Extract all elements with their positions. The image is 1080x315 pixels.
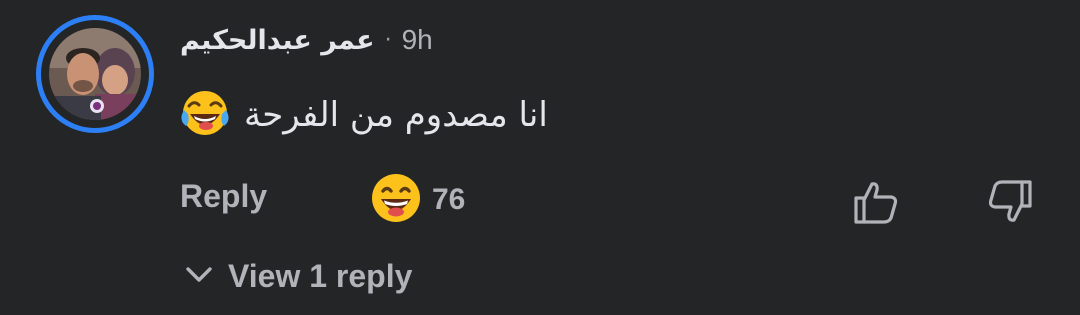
view-replies-label: View 1 reply — [228, 257, 413, 294]
reaction-summary[interactable]: 76 — [370, 172, 465, 228]
comment-text: انا مصدوم من الفرحة — [244, 95, 548, 135]
reaction-count: 76 — [432, 183, 466, 216]
separator-dot: · — [384, 27, 392, 53]
thumbs-up-icon[interactable] — [850, 176, 902, 228]
thumbs-down-icon[interactable] — [984, 176, 1036, 228]
reply-button[interactable]: Reply — [180, 178, 267, 215]
comment-card: عمر عبدالحكيم · 9h انا مصدوم من الفرحة R… — [0, 0, 1080, 315]
view-replies-button[interactable]: View 1 reply — [184, 250, 412, 302]
avatar[interactable] — [36, 15, 154, 133]
comment-body: انا مصدوم من الفرحة — [180, 85, 548, 145]
avatar-photo — [49, 28, 141, 120]
comment-header: عمر عبدالحكيم · 9h — [180, 20, 433, 60]
author-name[interactable]: عمر عبدالحكيم — [180, 25, 375, 56]
timestamp: 9h — [401, 24, 433, 55]
face-with-tears-of-joy-icon — [180, 88, 230, 142]
grinning-face-icon — [370, 172, 422, 228]
comment-actions: Reply 76 — [180, 172, 1060, 228]
chevron-down-icon — [184, 259, 214, 293]
